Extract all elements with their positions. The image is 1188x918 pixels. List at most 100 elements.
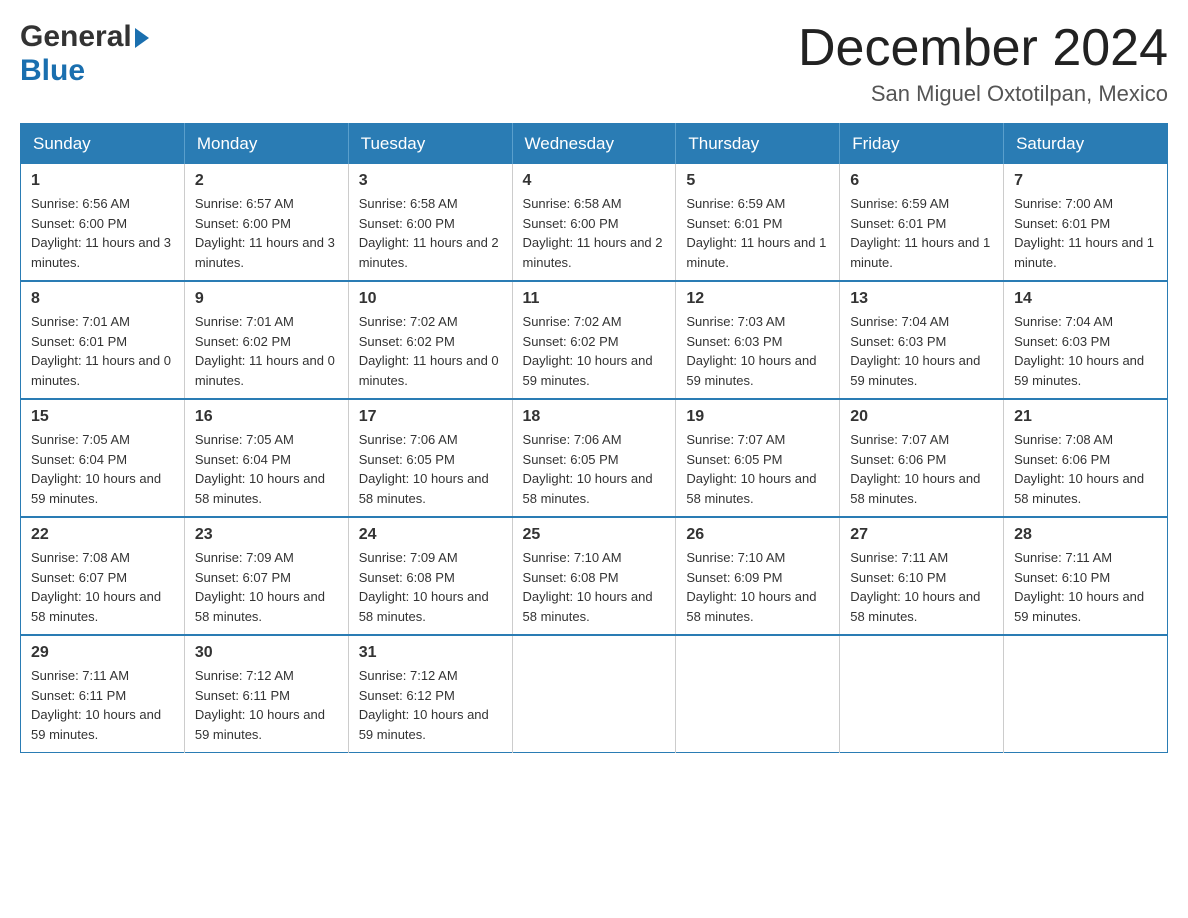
day-number: 2: [195, 172, 338, 190]
column-header-saturday: Saturday: [1004, 124, 1168, 165]
day-number: 8: [31, 290, 174, 308]
calendar-cell: 29Sunrise: 7:11 AMSunset: 6:11 PMDayligh…: [21, 635, 185, 753]
calendar-cell: 6Sunrise: 6:59 AMSunset: 6:01 PMDaylight…: [840, 164, 1004, 281]
day-info: Sunrise: 6:56 AMSunset: 6:00 PMDaylight:…: [31, 194, 174, 272]
page-header: General Blue December 2024 San Miguel Ox…: [20, 20, 1168, 107]
calendar-cell: 16Sunrise: 7:05 AMSunset: 6:04 PMDayligh…: [184, 399, 348, 517]
location-subtitle: San Miguel Oxtotilpan, Mexico: [798, 81, 1168, 107]
calendar-cell: 11 Sunrise: 7:02 AMSunset: 6:02 PMDayligh…: [512, 281, 676, 399]
day-number: 24: [359, 526, 502, 544]
day-info: Sunrise: 7:12 AMSunset: 6:11 PMDaylight:…: [195, 666, 338, 744]
calendar-cell: 9 Sunrise: 7:01 AMSunset: 6:02 PMDaylight…: [184, 281, 348, 399]
day-number: 9: [195, 290, 338, 308]
month-year-title: December 2024: [798, 20, 1168, 77]
calendar-table: SundayMondayTuesdayWednesdayThursdayFrid…: [20, 123, 1168, 753]
day-info: Sunrise: 6:59 AMSunset: 6:01 PMDaylight:…: [686, 194, 829, 272]
day-number: 31: [359, 644, 502, 662]
day-info: Sunrise: 7:11 AMSunset: 6:10 PMDaylight:…: [850, 548, 993, 626]
day-info: Sunrise: 7:01 AMSunset: 6:01 PMDaylight:…: [31, 312, 174, 390]
day-info: Sunrise: 7:03 AMSunset: 6:03 PMDaylight:…: [686, 312, 829, 390]
day-info: Sunrise: 7:06 AMSunset: 6:05 PMDaylight:…: [523, 430, 666, 508]
calendar-cell: 24 Sunrise: 7:09 AMSunset: 6:08 PMDayligh…: [348, 517, 512, 635]
calendar-cell: 14Sunrise: 7:04 AMSunset: 6:03 PMDayligh…: [1004, 281, 1168, 399]
day-number: 13: [850, 290, 993, 308]
calendar-cell: 19Sunrise: 7:07 AMSunset: 6:05 PMDayligh…: [676, 399, 840, 517]
calendar-cell: [1004, 635, 1168, 753]
day-number: 27: [850, 526, 993, 544]
title-area: December 2024 San Miguel Oxtotilpan, Mex…: [798, 20, 1168, 107]
day-number: 12: [686, 290, 829, 308]
calendar-week-row: 1 Sunrise: 6:56 AMSunset: 6:00 PMDaylight…: [21, 164, 1168, 281]
day-number: 17: [359, 408, 502, 426]
day-info: Sunrise: 7:11 AMSunset: 6:10 PMDaylight:…: [1014, 548, 1157, 626]
day-info: Sunrise: 7:01 AMSunset: 6:02 PMDaylight:…: [195, 312, 338, 390]
calendar-week-row: 15 Sunrise: 7:05 AMSunset: 6:04 PMDayligh…: [21, 399, 1168, 517]
day-info: Sunrise: 7:06 AMSunset: 6:05 PMDaylight:…: [359, 430, 502, 508]
day-info: Sunrise: 7:00 AMSunset: 6:01 PMDaylight:…: [1014, 194, 1157, 272]
day-info: Sunrise: 7:10 AMSunset: 6:09 PMDaylight:…: [686, 548, 829, 626]
day-info: Sunrise: 7:12 AMSunset: 6:12 PMDaylight:…: [359, 666, 502, 744]
calendar-cell: 15 Sunrise: 7:05 AMSunset: 6:04 PMDayligh…: [21, 399, 185, 517]
day-number: 1: [31, 172, 174, 190]
calendar-cell: 22 Sunrise: 7:08 AMSunset: 6:07 PMDayligh…: [21, 517, 185, 635]
calendar-cell: 30Sunrise: 7:12 AMSunset: 6:11 PMDayligh…: [184, 635, 348, 753]
calendar-cell: 5 Sunrise: 6:59 AMSunset: 6:01 PMDaylight…: [676, 164, 840, 281]
logo-triangle-icon: [135, 28, 149, 48]
day-number: 16: [195, 408, 338, 426]
day-info: Sunrise: 7:09 AMSunset: 6:07 PMDaylight:…: [195, 548, 338, 626]
column-header-tuesday: Tuesday: [348, 124, 512, 165]
calendar-cell: 3 Sunrise: 6:58 AMSunset: 6:00 PMDaylight…: [348, 164, 512, 281]
day-info: Sunrise: 7:08 AMSunset: 6:07 PMDaylight:…: [31, 548, 174, 626]
column-header-monday: Monday: [184, 124, 348, 165]
calendar-cell: 21 Sunrise: 7:08 AMSunset: 6:06 PMDayligh…: [1004, 399, 1168, 517]
day-number: 10: [359, 290, 502, 308]
day-info: Sunrise: 6:58 AMSunset: 6:00 PMDaylight:…: [359, 194, 502, 272]
day-info: Sunrise: 7:07 AMSunset: 6:06 PMDaylight:…: [850, 430, 993, 508]
day-number: 22: [31, 526, 174, 544]
calendar-cell: 28 Sunrise: 7:11 AMSunset: 6:10 PMDayligh…: [1004, 517, 1168, 635]
day-info: Sunrise: 7:07 AMSunset: 6:05 PMDaylight:…: [686, 430, 829, 508]
logo-blue-text: Blue: [20, 54, 85, 87]
calendar-cell: 1 Sunrise: 6:56 AMSunset: 6:00 PMDaylight…: [21, 164, 185, 281]
column-header-thursday: Thursday: [676, 124, 840, 165]
day-info: Sunrise: 7:10 AMSunset: 6:08 PMDaylight:…: [523, 548, 666, 626]
calendar-cell: 10Sunrise: 7:02 AMSunset: 6:02 PMDayligh…: [348, 281, 512, 399]
calendar-cell: 25 Sunrise: 7:10 AMSunset: 6:08 PMDayligh…: [512, 517, 676, 635]
day-info: Sunrise: 7:09 AMSunset: 6:08 PMDaylight:…: [359, 548, 502, 626]
calendar-cell: 8 Sunrise: 7:01 AMSunset: 6:01 PMDaylight…: [21, 281, 185, 399]
day-number: 21: [1014, 408, 1157, 426]
calendar-cell: 31 Sunrise: 7:12 AMSunset: 6:12 PMDayligh…: [348, 635, 512, 753]
calendar-cell: 17 Sunrise: 7:06 AMSunset: 6:05 PMDayligh…: [348, 399, 512, 517]
day-info: Sunrise: 7:11 AMSunset: 6:11 PMDaylight:…: [31, 666, 174, 744]
day-info: Sunrise: 6:57 AMSunset: 6:00 PMDaylight:…: [195, 194, 338, 272]
day-number: 11: [523, 290, 666, 308]
calendar-cell: [840, 635, 1004, 753]
day-number: 4: [523, 172, 666, 190]
day-number: 3: [359, 172, 502, 190]
day-number: 7: [1014, 172, 1157, 190]
calendar-header-row: SundayMondayTuesdayWednesdayThursdayFrid…: [21, 124, 1168, 165]
day-number: 5: [686, 172, 829, 190]
logo: General Blue: [20, 20, 149, 88]
calendar-cell: [676, 635, 840, 753]
day-number: 6: [850, 172, 993, 190]
logo-general-text: General: [20, 20, 132, 54]
day-number: 28: [1014, 526, 1157, 544]
calendar-cell: 27 Sunrise: 7:11 AMSunset: 6:10 PMDayligh…: [840, 517, 1004, 635]
calendar-cell: 23Sunrise: 7:09 AMSunset: 6:07 PMDayligh…: [184, 517, 348, 635]
day-number: 26: [686, 526, 829, 544]
day-number: 15: [31, 408, 174, 426]
column-header-friday: Friday: [840, 124, 1004, 165]
calendar-cell: 4Sunrise: 6:58 AMSunset: 6:00 PMDaylight…: [512, 164, 676, 281]
day-info: Sunrise: 7:05 AMSunset: 6:04 PMDaylight:…: [31, 430, 174, 508]
day-info: Sunrise: 7:08 AMSunset: 6:06 PMDaylight:…: [1014, 430, 1157, 508]
calendar-cell: 7 Sunrise: 7:00 AMSunset: 6:01 PMDaylight…: [1004, 164, 1168, 281]
calendar-week-row: 29Sunrise: 7:11 AMSunset: 6:11 PMDayligh…: [21, 635, 1168, 753]
calendar-cell: 13Sunrise: 7:04 AMSunset: 6:03 PMDayligh…: [840, 281, 1004, 399]
day-info: Sunrise: 7:02 AMSunset: 6:02 PMDaylight:…: [523, 312, 666, 390]
day-number: 25: [523, 526, 666, 544]
day-number: 14: [1014, 290, 1157, 308]
column-header-sunday: Sunday: [21, 124, 185, 165]
calendar-cell: 20Sunrise: 7:07 AMSunset: 6:06 PMDayligh…: [840, 399, 1004, 517]
calendar-week-row: 22 Sunrise: 7:08 AMSunset: 6:07 PMDayligh…: [21, 517, 1168, 635]
